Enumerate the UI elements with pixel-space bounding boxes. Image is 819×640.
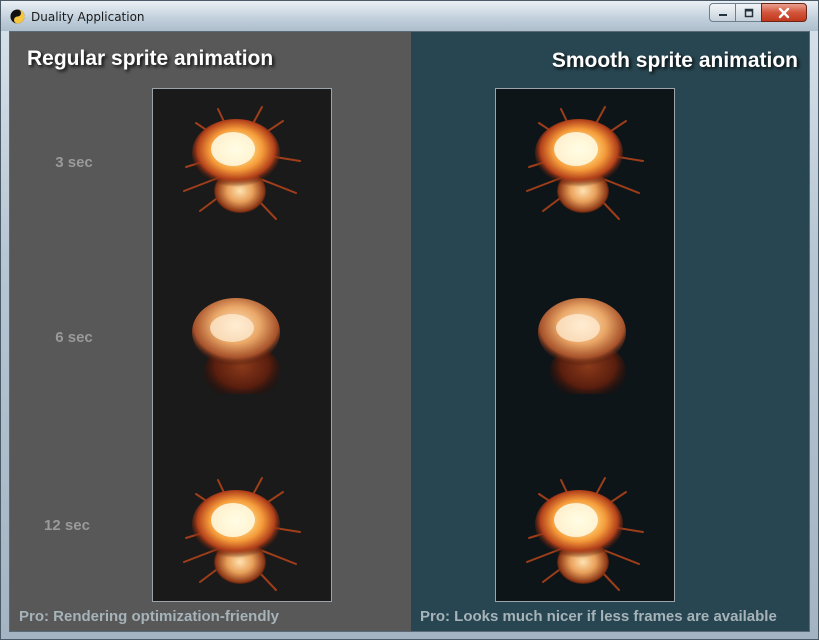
title-bar[interactable]: Duality Application [1, 1, 818, 31]
maximize-icon [744, 8, 753, 17]
render-area: Regular sprite animation 3 sec 6 sec 12 … [9, 31, 810, 632]
regular-pro-note: Pro: Rendering optimization-friendly [19, 608, 280, 625]
time-label-6: 6 sec [55, 329, 93, 346]
close-button[interactable] [761, 3, 807, 22]
minimize-button[interactable] [709, 3, 736, 22]
time-label-3: 3 sec [55, 154, 93, 171]
yin-yang-icon [10, 9, 25, 24]
smooth-sprite-strip [495, 88, 675, 602]
close-icon [778, 7, 790, 18]
explosion-cloud-6s-smooth [538, 298, 626, 394]
explosion-burst-12s-smooth [526, 477, 644, 591]
smooth-heading: Smooth sprite animation [551, 49, 798, 72]
time-label-12: 12 sec [44, 517, 90, 534]
explosion-burst-3s-smooth [526, 106, 644, 220]
maximize-button[interactable] [735, 3, 762, 22]
smooth-animation-panel: Smooth sprite animation Pro: Looks much … [411, 32, 809, 631]
minimize-icon [718, 13, 727, 16]
explosion-burst-3s [183, 106, 301, 220]
regular-heading: Regular sprite animation [27, 47, 274, 70]
app-window: Duality Application Regular sprite anima… [0, 0, 819, 640]
window-title: Duality Application [31, 10, 145, 24]
regular-sprite-strip [152, 88, 332, 602]
explosion-burst-12s [183, 477, 301, 591]
explosion-cloud-6s [192, 298, 280, 394]
regular-animation-panel: Regular sprite animation 3 sec 6 sec 12 … [10, 32, 411, 631]
smooth-pro-note: Pro: Looks much nicer if less frames are… [420, 608, 777, 625]
